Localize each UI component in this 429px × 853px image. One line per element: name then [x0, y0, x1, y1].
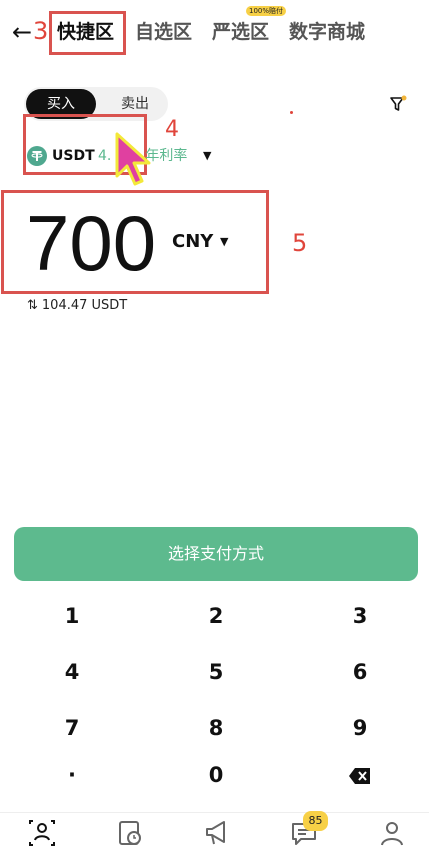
key-7[interactable]: 7: [22, 708, 122, 748]
tab-select-zone[interactable]: 严选区 100%赔付: [212, 6, 287, 46]
filter-icon[interactable]: [389, 95, 407, 113]
key-8[interactable]: 8: [166, 708, 266, 748]
messages-count-badge: 85: [303, 811, 328, 831]
backspace-key[interactable]: [310, 755, 410, 795]
key-2[interactable]: 2: [166, 596, 266, 636]
tether-icon: [27, 146, 47, 166]
back-arrow-icon[interactable]: ←: [12, 18, 32, 46]
key-3[interactable]: 3: [310, 596, 410, 636]
key-6[interactable]: 6: [310, 652, 410, 692]
coin-name[interactable]: USDT: [52, 146, 95, 166]
key-9[interactable]: 9: [310, 708, 410, 748]
currency-selector[interactable]: CNY: [172, 230, 213, 254]
currency-dropdown-caret-icon[interactable]: ▼: [220, 233, 228, 251]
tab-quick-zone[interactable]: 快捷区: [57, 18, 114, 46]
key-0[interactable]: 0: [166, 755, 266, 795]
key-1[interactable]: 1: [22, 596, 122, 636]
key-dot[interactable]: ·: [22, 755, 122, 795]
trade-nav-icon[interactable]: [27, 818, 57, 848]
converted-amount-text: 104.47 USDT: [41, 298, 128, 313]
annotation-5: 5: [292, 229, 308, 257]
backspace-icon: [349, 768, 370, 784]
converted-amount[interactable]: ⇅ 104.47 USDT: [27, 296, 127, 316]
coin-dropdown-caret-icon[interactable]: ▼: [203, 147, 211, 165]
key-4[interactable]: 4: [22, 652, 122, 692]
mouse-cursor-icon: [115, 132, 151, 186]
tab-select-zone-label: 严选区: [212, 21, 270, 43]
profile-nav-icon[interactable]: [377, 818, 407, 848]
bottom-nav-divider: [0, 812, 429, 813]
ads-nav-icon[interactable]: [202, 818, 232, 848]
swap-arrows-icon[interactable]: ⇅: [27, 298, 38, 313]
annotation-4: 4: [165, 117, 179, 142]
amount-value[interactable]: 700: [26, 200, 156, 286]
interest-rate-value: 4.: [98, 148, 112, 164]
tab-digital-mall[interactable]: 数字商城: [289, 18, 365, 46]
key-5[interactable]: 5: [166, 652, 266, 692]
select-payment-button[interactable]: 选择支付方式: [14, 527, 418, 581]
guarantee-badge: 100%赔付: [246, 6, 287, 16]
annotation-3: 3: [33, 17, 49, 45]
red-dot: [290, 111, 293, 114]
tab-custom-zone[interactable]: 自选区: [135, 18, 192, 46]
orders-nav-icon[interactable]: [115, 818, 145, 848]
